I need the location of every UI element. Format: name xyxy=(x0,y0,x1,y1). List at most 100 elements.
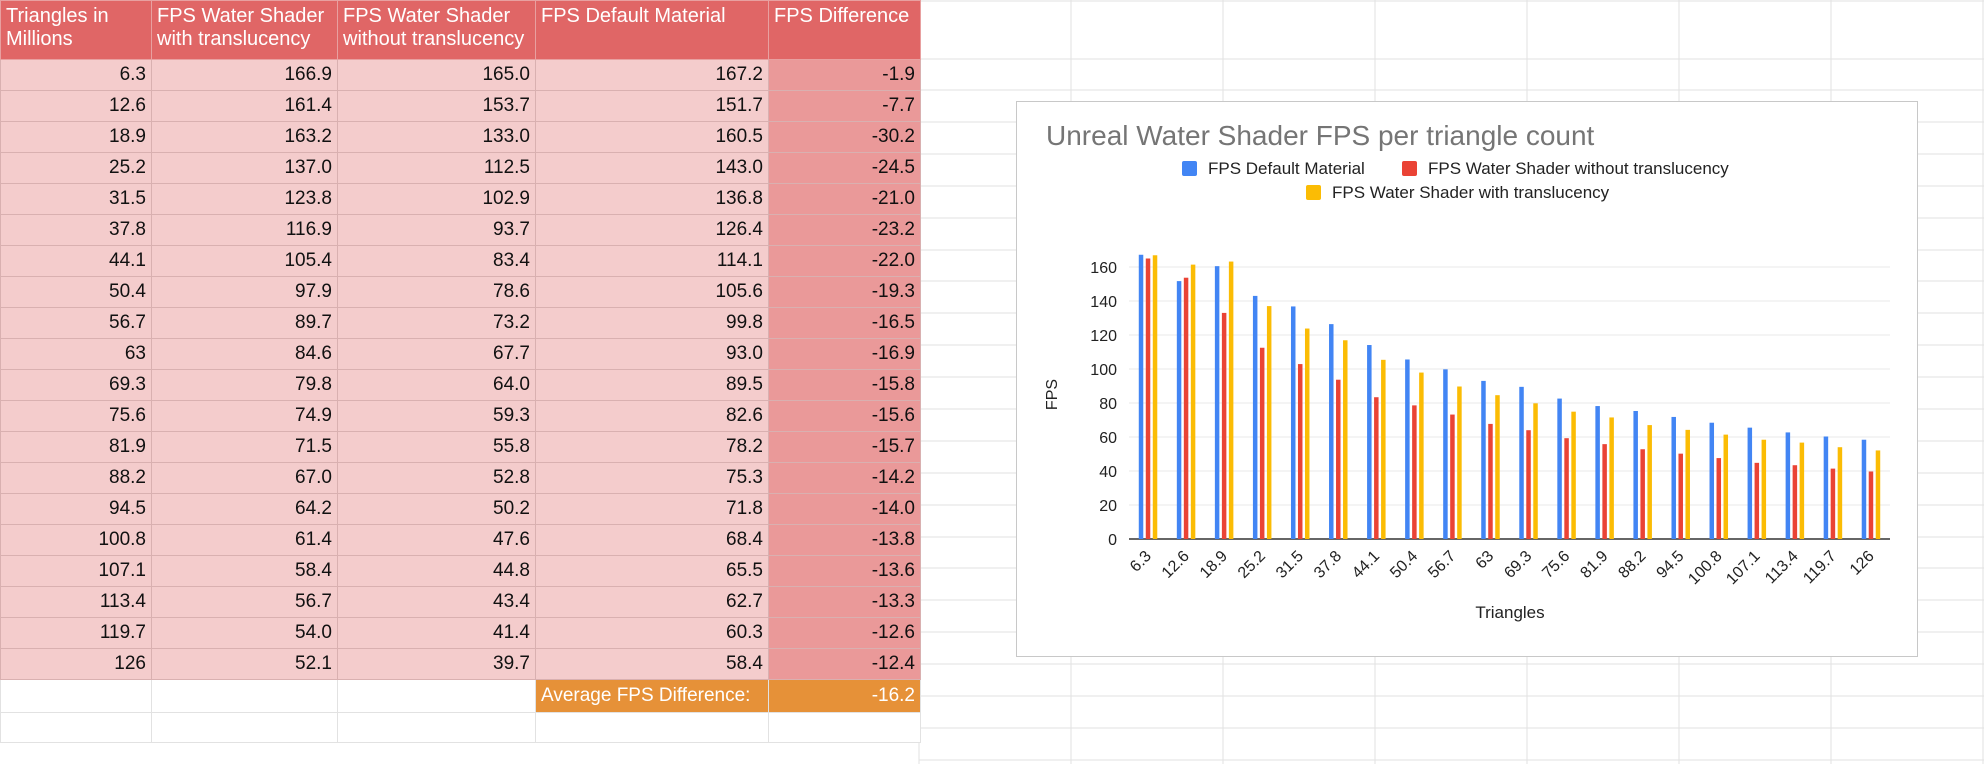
default-material-cell[interactable]: 75.3 xyxy=(535,462,769,494)
without-translucency-cell[interactable]: 41.4 xyxy=(337,617,536,649)
default-material-cell[interactable]: 60.3 xyxy=(535,617,769,649)
with-translucency-cell[interactable]: 56.7 xyxy=(151,586,338,618)
triangles-cell[interactable]: 6.3 xyxy=(0,59,152,91)
without-translucency-cell[interactable]: 59.3 xyxy=(337,400,536,432)
triangles-cell[interactable]: 126 xyxy=(0,648,152,680)
fps-difference-cell[interactable]: -7.7 xyxy=(768,90,921,122)
default-material-cell[interactable]: 78.2 xyxy=(535,431,769,463)
triangles-cell[interactable]: 94.5 xyxy=(0,493,152,525)
default-material-cell[interactable]: 71.8 xyxy=(535,493,769,525)
average-fps-difference-value[interactable]: -16.2 xyxy=(768,679,921,713)
triangles-cell[interactable]: 69.3 xyxy=(0,369,152,401)
empty-cell[interactable] xyxy=(337,712,536,743)
header-cell-default-material[interactable]: FPS Default Material xyxy=(535,0,769,60)
default-material-cell[interactable]: 58.4 xyxy=(535,648,769,680)
triangles-cell[interactable]: 107.1 xyxy=(0,555,152,587)
fps-difference-cell[interactable]: -16.5 xyxy=(768,307,921,339)
triangles-cell[interactable]: 50.4 xyxy=(0,276,152,308)
with-translucency-cell[interactable]: 61.4 xyxy=(151,524,338,556)
fps-difference-cell[interactable]: -14.2 xyxy=(768,462,921,494)
triangles-cell[interactable]: 25.2 xyxy=(0,152,152,184)
default-material-cell[interactable]: 151.7 xyxy=(535,90,769,122)
default-material-cell[interactable]: 136.8 xyxy=(535,183,769,215)
fps-difference-cell[interactable]: -15.7 xyxy=(768,431,921,463)
with-translucency-cell[interactable]: 84.6 xyxy=(151,338,338,370)
default-material-cell[interactable]: 62.7 xyxy=(535,586,769,618)
without-translucency-cell[interactable]: 165.0 xyxy=(337,59,536,91)
triangles-cell[interactable]: 63 xyxy=(0,338,152,370)
without-translucency-cell[interactable]: 64.0 xyxy=(337,369,536,401)
default-material-cell[interactable]: 89.5 xyxy=(535,369,769,401)
fps-difference-cell[interactable]: -12.4 xyxy=(768,648,921,680)
fps-difference-cell[interactable]: -24.5 xyxy=(768,152,921,184)
with-translucency-cell[interactable]: 79.8 xyxy=(151,369,338,401)
without-translucency-cell[interactable]: 52.8 xyxy=(337,462,536,494)
without-translucency-cell[interactable]: 44.8 xyxy=(337,555,536,587)
triangles-cell[interactable]: 12.6 xyxy=(0,90,152,122)
with-translucency-cell[interactable]: 116.9 xyxy=(151,214,338,246)
triangles-cell[interactable]: 81.9 xyxy=(0,431,152,463)
with-translucency-cell[interactable]: 123.8 xyxy=(151,183,338,215)
with-translucency-cell[interactable]: 74.9 xyxy=(151,400,338,432)
without-translucency-cell[interactable]: 50.2 xyxy=(337,493,536,525)
with-translucency-cell[interactable]: 54.0 xyxy=(151,617,338,649)
fps-difference-cell[interactable]: -22.0 xyxy=(768,245,921,277)
without-translucency-cell[interactable]: 55.8 xyxy=(337,431,536,463)
default-material-cell[interactable]: 65.5 xyxy=(535,555,769,587)
without-translucency-cell[interactable]: 39.7 xyxy=(337,648,536,680)
default-material-cell[interactable]: 143.0 xyxy=(535,152,769,184)
triangles-cell[interactable]: 88.2 xyxy=(0,462,152,494)
fps-difference-cell[interactable]: -23.2 xyxy=(768,214,921,246)
without-translucency-cell[interactable]: 133.0 xyxy=(337,121,536,153)
with-translucency-cell[interactable]: 52.1 xyxy=(151,648,338,680)
triangles-cell[interactable]: 31.5 xyxy=(0,183,152,215)
with-translucency-cell[interactable]: 166.9 xyxy=(151,59,338,91)
triangles-cell[interactable]: 119.7 xyxy=(0,617,152,649)
empty-cell[interactable] xyxy=(337,679,536,713)
default-material-cell[interactable]: 167.2 xyxy=(535,59,769,91)
triangles-cell[interactable]: 56.7 xyxy=(0,307,152,339)
without-translucency-cell[interactable]: 43.4 xyxy=(337,586,536,618)
fps-difference-cell[interactable]: -13.6 xyxy=(768,555,921,587)
fps-difference-cell[interactable]: -12.6 xyxy=(768,617,921,649)
triangles-cell[interactable]: 18.9 xyxy=(0,121,152,153)
empty-cell[interactable] xyxy=(151,679,338,713)
fps-difference-cell[interactable]: -19.3 xyxy=(768,276,921,308)
fps-difference-cell[interactable]: -21.0 xyxy=(768,183,921,215)
with-translucency-cell[interactable]: 64.2 xyxy=(151,493,338,525)
empty-cell[interactable] xyxy=(0,712,152,743)
header-cell-without-translucency[interactable]: FPS Water Shader without translucency xyxy=(337,0,536,60)
empty-cell[interactable] xyxy=(535,712,769,743)
fps-difference-cell[interactable]: -16.9 xyxy=(768,338,921,370)
average-fps-difference-label[interactable]: Average FPS Difference: xyxy=(535,679,769,713)
with-translucency-cell[interactable]: 105.4 xyxy=(151,245,338,277)
without-translucency-cell[interactable]: 83.4 xyxy=(337,245,536,277)
default-material-cell[interactable]: 68.4 xyxy=(535,524,769,556)
without-translucency-cell[interactable]: 78.6 xyxy=(337,276,536,308)
empty-cell[interactable] xyxy=(151,712,338,743)
default-material-cell[interactable]: 160.5 xyxy=(535,121,769,153)
fps-difference-cell[interactable]: -14.0 xyxy=(768,493,921,525)
fps-bar-chart[interactable]: Unreal Water Shader FPS per triangle cou… xyxy=(1016,101,1918,657)
with-translucency-cell[interactable]: 97.9 xyxy=(151,276,338,308)
header-cell-fps-difference[interactable]: FPS Difference xyxy=(768,0,921,60)
fps-difference-cell[interactable]: -15.6 xyxy=(768,400,921,432)
fps-difference-cell[interactable]: -15.8 xyxy=(768,369,921,401)
without-translucency-cell[interactable]: 47.6 xyxy=(337,524,536,556)
with-translucency-cell[interactable]: 71.5 xyxy=(151,431,338,463)
fps-difference-cell[interactable]: -13.8 xyxy=(768,524,921,556)
without-translucency-cell[interactable]: 112.5 xyxy=(337,152,536,184)
without-translucency-cell[interactable]: 73.2 xyxy=(337,307,536,339)
triangles-cell[interactable]: 75.6 xyxy=(0,400,152,432)
empty-cell[interactable] xyxy=(768,712,921,743)
with-translucency-cell[interactable]: 89.7 xyxy=(151,307,338,339)
triangles-cell[interactable]: 37.8 xyxy=(0,214,152,246)
default-material-cell[interactable]: 99.8 xyxy=(535,307,769,339)
fps-difference-cell[interactable]: -30.2 xyxy=(768,121,921,153)
without-translucency-cell[interactable]: 93.7 xyxy=(337,214,536,246)
with-translucency-cell[interactable]: 163.2 xyxy=(151,121,338,153)
header-cell-with-translucency[interactable]: FPS Water Shader with translucency xyxy=(151,0,338,60)
default-material-cell[interactable]: 82.6 xyxy=(535,400,769,432)
without-translucency-cell[interactable]: 67.7 xyxy=(337,338,536,370)
fps-difference-cell[interactable]: -1.9 xyxy=(768,59,921,91)
